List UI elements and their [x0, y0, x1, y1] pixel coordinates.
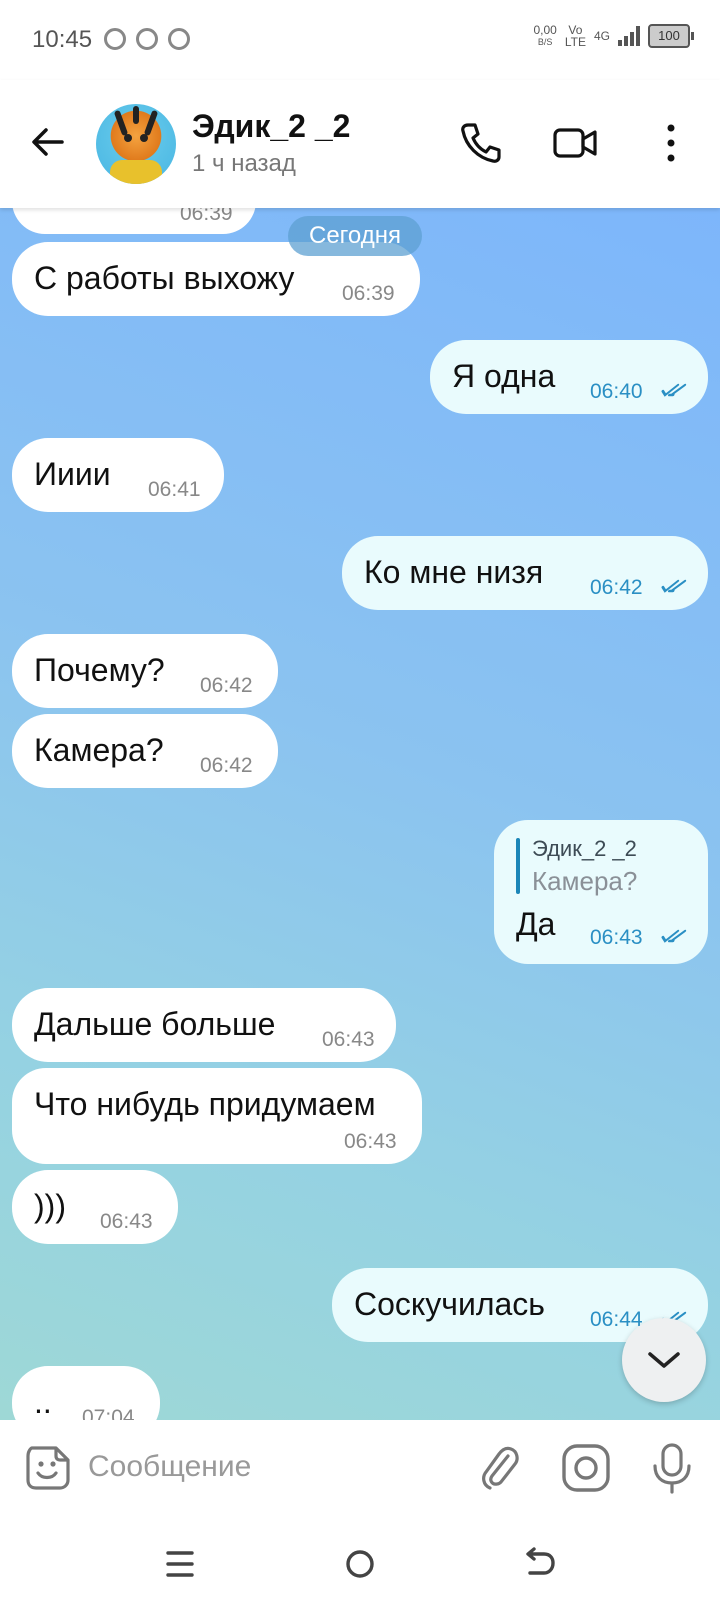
notification-app-icon — [136, 28, 158, 50]
message-input[interactable]: Сообщение — [88, 1450, 251, 1484]
chevron-down-icon — [648, 1352, 680, 1368]
read-ticks-icon — [661, 579, 687, 593]
message-text: Я одна — [452, 358, 556, 394]
reply-text: Камера? — [532, 866, 638, 896]
signal-icon — [618, 26, 640, 46]
message-bubble-incoming[interactable]: Камера? 06:42 — [12, 714, 278, 788]
message-time: 07:04 — [82, 1406, 135, 1420]
message-bubble-outgoing[interactable]: Ко мне низя 06:42 — [342, 536, 708, 610]
recent-apps-icon[interactable] — [162, 1546, 198, 1582]
scroll-to-bottom-button[interactable] — [622, 1318, 706, 1402]
camera-icon[interactable] — [560, 1442, 612, 1494]
more-vertical-icon[interactable] — [648, 120, 694, 166]
message-list[interactable]: 06:39 С работы выхожу 06:39 Сегодня Я од… — [0, 208, 720, 1420]
message-time: 06:42 — [590, 576, 643, 599]
reply-author: Эдик_2 _2 — [532, 836, 637, 861]
date-separator: Сегодня — [288, 216, 422, 256]
message-time: 06:39 — [342, 282, 395, 305]
status-indicators: 0,00 B/S Vo LTE 4G 100 — [534, 24, 694, 48]
message-text: ))) — [34, 1188, 66, 1224]
network-speed: 0,00 B/S — [534, 24, 557, 48]
message-bubble-outgoing[interactable]: Эдик_2 _2 Камера? Да 06:43 — [494, 820, 708, 964]
message-text: .. — [34, 1384, 52, 1420]
message-bubble-incoming[interactable]: .. 07:04 — [12, 1366, 160, 1420]
video-camera-icon[interactable] — [552, 120, 598, 166]
message-bubble-incoming[interactable]: Почему? 06:42 — [12, 634, 278, 708]
message-bubble-incoming[interactable]: Что нибудь придумаем 06:43 — [12, 1068, 422, 1164]
notification-app-icon — [104, 28, 126, 50]
message-bubble-outgoing[interactable]: Я одна 06:40 — [430, 340, 708, 414]
notification-app-icon — [168, 28, 190, 50]
message-text: Камера? — [34, 732, 164, 768]
message-text: Что нибудь придумаем — [34, 1086, 376, 1122]
message-text: Дальше больше — [34, 1006, 276, 1042]
last-seen-status: 1 ч назад — [192, 150, 296, 177]
speed-value: 0,00 — [533, 23, 557, 37]
message-time: 06:39 — [180, 208, 233, 225]
status-time: 10:45 — [32, 26, 93, 53]
volte-bottom: LTE — [564, 35, 586, 49]
phone-icon[interactable] — [458, 120, 504, 166]
home-icon[interactable] — [342, 1546, 378, 1582]
contact-name[interactable]: Эдик_2 _2 — [192, 108, 350, 145]
message-bubble-incoming[interactable]: Ииии 06:41 — [12, 438, 224, 512]
battery-icon: 100 — [648, 24, 694, 48]
message-text: Ко мне низя — [364, 554, 544, 590]
system-navigation-bar — [0, 1516, 720, 1612]
message-time: 06:43 — [100, 1210, 153, 1233]
message-time: 06:42 — [200, 674, 253, 697]
message-time: 06:43 — [322, 1028, 375, 1051]
back-nav-icon[interactable] — [522, 1546, 558, 1582]
message-text: Ииии — [34, 456, 111, 492]
message-text: Да — [516, 906, 556, 942]
read-ticks-icon — [661, 383, 687, 397]
speed-unit: B/S — [537, 37, 553, 47]
volte-indicator: Vo LTE — [565, 24, 586, 48]
message-text: Почему? — [34, 652, 165, 688]
message-time: 06:42 — [200, 754, 253, 777]
chat-header: Эдик_2 _2 1 ч назад — [0, 80, 720, 208]
message-input-bar: Сообщение — [0, 1420, 720, 1516]
message-text: С работы выхожу — [34, 260, 295, 296]
read-ticks-icon — [661, 929, 687, 943]
back-arrow-icon[interactable] — [28, 122, 68, 162]
message-bubble-incoming[interactable]: 06:39 — [12, 208, 256, 234]
attach-icon[interactable] — [474, 1442, 526, 1494]
reply-quote-bar — [516, 838, 520, 894]
message-bubble-incoming[interactable]: ))) 06:43 — [12, 1170, 178, 1244]
avatar[interactable] — [96, 104, 176, 184]
message-time: 06:43 — [590, 926, 643, 949]
message-time: 06:43 — [344, 1130, 397, 1153]
status-bar: 10:45 0,00 B/S Vo LTE 4G 100 — [0, 0, 720, 80]
message-text: Соскучилась — [354, 1286, 545, 1322]
notification-icons — [104, 28, 190, 50]
sticker-icon[interactable] — [22, 1442, 74, 1494]
message-bubble-incoming[interactable]: Дальше больше 06:43 — [12, 988, 396, 1062]
message-time: 06:41 — [148, 478, 201, 501]
message-time: 06:40 — [590, 380, 643, 403]
network-type: 4G — [593, 29, 610, 43]
microphone-icon[interactable] — [646, 1442, 698, 1494]
